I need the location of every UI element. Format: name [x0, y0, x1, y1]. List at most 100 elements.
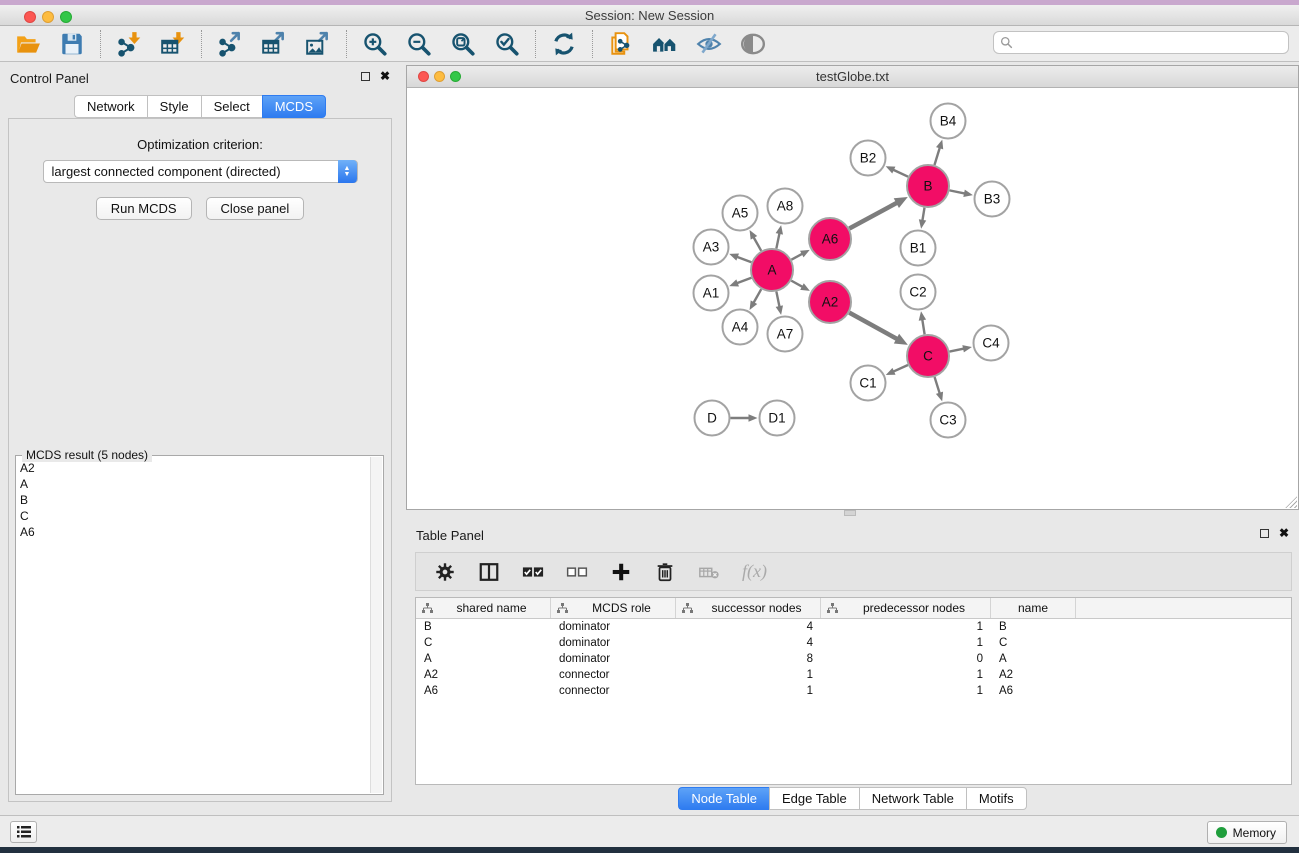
table-cell[interactable]: 1: [821, 635, 991, 651]
table-cell[interactable]: 4: [676, 635, 821, 651]
table-cell[interactable]: 0: [821, 651, 991, 667]
home-view-icon[interactable]: [651, 30, 679, 58]
edge-C-C2[interactable]: [922, 319, 924, 334]
control-tab-style[interactable]: Style: [147, 95, 201, 118]
network-window-titlebar[interactable]: testGlobe.txt: [407, 66, 1298, 88]
save-session-icon[interactable]: [58, 30, 86, 58]
table-cell[interactable]: C: [991, 635, 1076, 651]
node-A7[interactable]: A7: [768, 317, 803, 352]
table-cell[interactable]: C: [416, 635, 551, 651]
gear-icon[interactable]: [434, 561, 456, 583]
show-panels-icon[interactable]: [739, 30, 767, 58]
duplicate-network-icon[interactable]: [607, 30, 635, 58]
table-cell[interactable]: 1: [676, 667, 821, 683]
memory-button[interactable]: Memory: [1207, 821, 1287, 844]
table-cell[interactable]: A6: [416, 683, 551, 699]
function-builder-icon[interactable]: f(x): [742, 561, 767, 582]
node-A4[interactable]: A4: [723, 310, 758, 345]
table-cell[interactable]: dominator: [551, 619, 676, 635]
close-panel-button[interactable]: Close panel: [206, 197, 305, 220]
table-cell[interactable]: 1: [821, 619, 991, 635]
float-panel-icon[interactable]: [361, 72, 370, 81]
select-all-icon[interactable]: [522, 561, 544, 583]
edge-A-A2[interactable]: [791, 281, 803, 287]
column-header-MCDS-role[interactable]: MCDS role: [551, 598, 676, 618]
mcds-result-item[interactable]: A2: [20, 460, 369, 476]
refresh-layout-icon[interactable]: [550, 30, 578, 58]
mcds-result-list[interactable]: A2ABCA6: [20, 460, 369, 792]
node-B2[interactable]: B2: [851, 141, 886, 176]
node-A1[interactable]: A1: [694, 276, 729, 311]
table-cell[interactable]: dominator: [551, 635, 676, 651]
network-graph[interactable]: B4 B2 B B3 A8 A5 A6 A3 B1 A A1 C2 A2: [407, 88, 1298, 509]
table-cell[interactable]: A2: [991, 667, 1076, 683]
edge-A-A3[interactable]: [737, 257, 752, 263]
table-tab-motifs[interactable]: Motifs: [966, 787, 1027, 810]
export-network-icon[interactable]: [216, 30, 244, 58]
control-tab-select[interactable]: Select: [201, 95, 262, 118]
control-tab-mcds[interactable]: MCDS: [262, 95, 326, 118]
float-table-panel-icon[interactable]: [1260, 529, 1269, 538]
edge-A-A7[interactable]: [776, 292, 779, 307]
table-cell[interactable]: 4: [676, 619, 821, 635]
zoom-fit-icon[interactable]: [449, 30, 477, 58]
columns-icon[interactable]: [478, 561, 500, 583]
node-A2[interactable]: A2: [809, 281, 851, 323]
task-history-button[interactable]: [10, 821, 37, 843]
split-divider-grip[interactable]: [844, 510, 856, 516]
node-C2[interactable]: C2: [901, 275, 936, 310]
column-header-predecessor-nodes[interactable]: predecessor nodes: [821, 598, 991, 618]
delete-icon[interactable]: [654, 561, 676, 583]
control-tab-network[interactable]: Network: [74, 95, 147, 118]
edge-B-B2[interactable]: [893, 170, 908, 177]
zoom-out-icon[interactable]: [405, 30, 433, 58]
table-cell[interactable]: 1: [821, 667, 991, 683]
hide-panels-icon[interactable]: [695, 30, 723, 58]
table-cell[interactable]: dominator: [551, 651, 676, 667]
node-B3[interactable]: B3: [975, 182, 1010, 217]
node-D[interactable]: D: [695, 401, 730, 436]
column-header-successor-nodes[interactable]: successor nodes: [676, 598, 821, 618]
add-column-icon[interactable]: [610, 561, 632, 583]
node-C1[interactable]: C1: [851, 366, 886, 401]
zoom-selected-icon[interactable]: [493, 30, 521, 58]
node-C[interactable]: C: [907, 335, 949, 377]
optimization-criterion-select[interactable]: largest connected component (directed) ▲…: [43, 160, 358, 183]
run-mcds-button[interactable]: Run MCDS: [96, 197, 192, 220]
export-image-icon[interactable]: [304, 30, 332, 58]
column-header-name[interactable]: name: [991, 598, 1076, 618]
zoom-in-icon[interactable]: [361, 30, 389, 58]
close-table-panel-icon[interactable]: ✖: [1279, 528, 1289, 538]
node-table[interactable]: shared nameMCDS rolesuccessor nodesprede…: [415, 597, 1292, 785]
node-B4[interactable]: B4: [931, 104, 966, 139]
mcds-result-item[interactable]: C: [20, 508, 369, 524]
edge-B-B3[interactable]: [950, 190, 965, 193]
search-input[interactable]: [1013, 32, 1288, 53]
table-cell[interactable]: A6: [991, 683, 1076, 699]
table-row[interactable]: Bdominator41B: [416, 619, 1291, 635]
node-B[interactable]: B: [907, 165, 949, 207]
table-cell[interactable]: 1: [821, 683, 991, 699]
window-resize-grip[interactable]: [1285, 496, 1297, 508]
node-A5[interactable]: A5: [723, 196, 758, 231]
table-cell[interactable]: 1: [676, 683, 821, 699]
edge-C-C4[interactable]: [950, 349, 965, 352]
table-tab-network-table[interactable]: Network Table: [859, 787, 966, 810]
edge-A-A8[interactable]: [776, 233, 779, 248]
edge-A-A5[interactable]: [753, 237, 761, 251]
table-row[interactable]: A6connector11A6: [416, 683, 1291, 699]
column-header-shared-name[interactable]: shared name: [416, 598, 551, 618]
edge-B-B1[interactable]: [922, 208, 924, 221]
table-row[interactable]: A2connector11A2: [416, 667, 1291, 683]
node-B1[interactable]: B1: [901, 231, 936, 266]
mcds-result-item[interactable]: A: [20, 476, 369, 492]
table-cell[interactable]: A: [991, 651, 1076, 667]
open-session-icon[interactable]: [14, 30, 42, 58]
search-field[interactable]: [993, 31, 1289, 54]
edge-A6-B[interactable]: [849, 203, 897, 229]
node-A3[interactable]: A3: [694, 230, 729, 265]
node-C4[interactable]: C4: [974, 326, 1009, 361]
mcds-result-item[interactable]: A6: [20, 524, 369, 540]
table-row[interactable]: Cdominator41C: [416, 635, 1291, 651]
export-table-icon[interactable]: [260, 30, 288, 58]
